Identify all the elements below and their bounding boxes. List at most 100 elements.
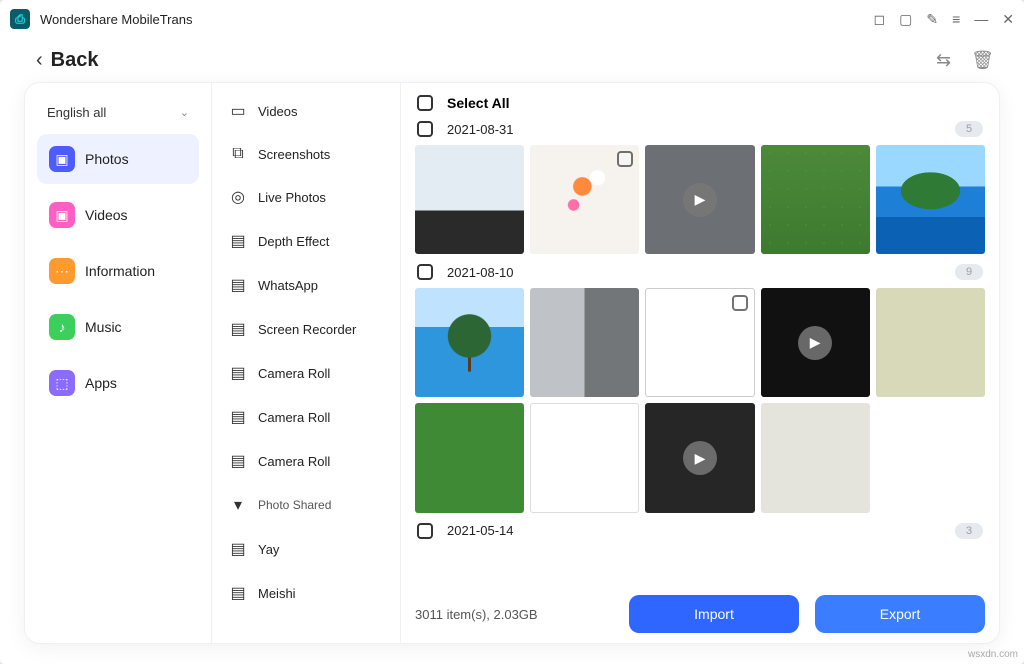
- camera-icon: ▤: [228, 451, 248, 471]
- video-thumbnail[interactable]: ▶: [761, 288, 870, 397]
- collapse-icon[interactable]: ▾: [228, 495, 248, 515]
- album-depth-effect[interactable]: ▤Depth Effect: [212, 219, 400, 263]
- nav-music[interactable]: ♪ Music: [37, 302, 199, 352]
- group-count: 3: [955, 523, 983, 539]
- album-videos[interactable]: ▭Videos: [212, 89, 400, 133]
- feedback-icon[interactable]: ▢: [899, 11, 912, 28]
- primary-nav: English all ⌄ ▣ Photos ▣ Videos ⋯ Inform…: [25, 83, 211, 643]
- thumb-checkbox[interactable]: [732, 295, 748, 311]
- thumbnails-group-2a: ▶: [415, 286, 985, 401]
- album-whatsapp[interactable]: ▤WhatsApp: [212, 263, 400, 307]
- watermark: wsxdn.com: [968, 649, 1018, 660]
- album-screen-recorder[interactable]: ▤Screen Recorder: [212, 307, 400, 351]
- album-icon: ▤: [228, 583, 248, 603]
- shared-yay[interactable]: ▤Yay: [212, 527, 400, 571]
- language-label: English all: [47, 105, 106, 120]
- videos-icon: ▣: [49, 202, 75, 228]
- photo-thumbnail[interactable]: [530, 403, 639, 512]
- app-icon: ⎙: [10, 9, 30, 29]
- group-checkbox[interactable]: [417, 523, 433, 539]
- camera-icon: ▤: [228, 407, 248, 427]
- photo-thumbnail[interactable]: [415, 403, 524, 512]
- play-icon: ▶: [645, 145, 754, 254]
- delete-icon[interactable]: 🗑: [971, 50, 994, 71]
- camera-icon: ▤: [228, 363, 248, 383]
- thumbnails-group-2b: ▶: [415, 401, 985, 516]
- refresh-icon[interactable]: ⇆: [936, 50, 951, 71]
- photo-thumbnail[interactable]: [415, 145, 524, 254]
- play-icon: ▶: [645, 403, 754, 512]
- whatsapp-icon: ▤: [228, 275, 248, 295]
- depth-icon: ▤: [228, 231, 248, 251]
- album-camera-roll[interactable]: ▤Camera Roll: [212, 395, 400, 439]
- nav-label: Photos: [85, 151, 129, 167]
- album-live-photos[interactable]: ◎Live Photos: [212, 175, 400, 219]
- minimize-icon[interactable]: —: [974, 11, 988, 27]
- apps-icon: ⬚: [49, 370, 75, 396]
- video-thumbnail[interactable]: ▶: [645, 145, 754, 254]
- status-text: 3011 item(s), 2.03GB: [415, 607, 613, 622]
- group-checkbox[interactable]: [417, 121, 433, 137]
- group-date: 2021-05-14: [447, 523, 514, 538]
- photo-thumbnail[interactable]: [530, 145, 639, 254]
- photo-thumbnail[interactable]: [645, 288, 754, 397]
- album-list: ▭Videos ⧉Screenshots ◎Live Photos ▤Depth…: [211, 83, 401, 643]
- user-icon[interactable]: ◻: [874, 11, 886, 28]
- photo-thumbnail[interactable]: [761, 145, 870, 254]
- play-icon: ▶: [761, 288, 870, 397]
- photo-thumbnail[interactable]: [530, 288, 639, 397]
- thumbnails-group-1: ▶: [415, 143, 985, 258]
- select-all-label: Select All: [447, 95, 510, 111]
- photo-thumbnail[interactable]: [876, 145, 985, 254]
- album-camera-roll[interactable]: ▤Camera Roll: [212, 351, 400, 395]
- footer-bar: 3011 item(s), 2.03GB Import Export: [415, 595, 985, 633]
- nav-apps[interactable]: ⬚ Apps: [37, 358, 199, 408]
- language-selector[interactable]: English all ⌄: [37, 97, 199, 128]
- date-group-3: 2021-05-14 3: [415, 517, 985, 545]
- live-icon: ◎: [228, 187, 248, 207]
- close-icon[interactable]: ✕: [1002, 11, 1014, 28]
- group-date: 2021-08-31: [447, 122, 514, 137]
- group-count: 9: [955, 264, 983, 280]
- nav-label: Videos: [85, 207, 128, 223]
- photo-thumbnail[interactable]: [761, 403, 870, 512]
- titlebar: ⎙ Wondershare MobileTrans ◻ ▢ ✎ ≡ — ✕: [0, 0, 1024, 38]
- group-count: 5: [955, 121, 983, 137]
- menu-icon[interactable]: ≡: [952, 11, 960, 27]
- back-arrow-icon[interactable]: ‹: [36, 49, 43, 72]
- album-icon: ▤: [228, 539, 248, 559]
- nav-information[interactable]: ⋯ Information: [37, 246, 199, 296]
- nav-videos[interactable]: ▣ Videos: [37, 190, 199, 240]
- group-date: 2021-08-10: [447, 265, 514, 280]
- photo-thumbnail[interactable]: [876, 288, 985, 397]
- date-group-1: 2021-08-31 5: [415, 115, 985, 143]
- select-all-row: Select All: [415, 91, 985, 115]
- photos-icon: ▣: [49, 146, 75, 172]
- video-thumbnail[interactable]: ▶: [645, 403, 754, 512]
- export-button[interactable]: Export: [815, 595, 985, 633]
- album-screenshots[interactable]: ⧉Screenshots: [212, 133, 400, 175]
- shared-meishi[interactable]: ▤Meishi: [212, 571, 400, 615]
- edit-icon[interactable]: ✎: [926, 11, 938, 28]
- music-icon: ♪: [49, 314, 75, 340]
- thumb-checkbox[interactable]: [617, 151, 633, 167]
- import-button[interactable]: Import: [629, 595, 799, 633]
- information-icon: ⋯: [49, 258, 75, 284]
- recorder-icon: ▤: [228, 319, 248, 339]
- nav-photos[interactable]: ▣ Photos: [37, 134, 199, 184]
- album-camera-roll[interactable]: ▤Camera Roll: [212, 439, 400, 483]
- video-icon: ▭: [228, 101, 248, 121]
- shared-header: ▾Photo Shared: [212, 483, 400, 527]
- nav-label: Apps: [85, 375, 117, 391]
- window-title: Wondershare MobileTrans: [40, 12, 864, 27]
- back-label[interactable]: Back: [51, 49, 928, 72]
- nav-label: Information: [85, 263, 155, 279]
- screenshot-icon: ⧉: [228, 145, 248, 163]
- date-group-2: 2021-08-10 9: [415, 258, 985, 286]
- back-bar: ‹ Back ⇆ 🗑: [0, 38, 1024, 82]
- group-checkbox[interactable]: [417, 264, 433, 280]
- photo-thumbnail[interactable]: [415, 288, 524, 397]
- photo-content: Select All 2021-08-31 5 ▶ 2021-08-10: [401, 83, 999, 643]
- select-all-checkbox[interactable]: [417, 95, 433, 111]
- nav-label: Music: [85, 319, 122, 335]
